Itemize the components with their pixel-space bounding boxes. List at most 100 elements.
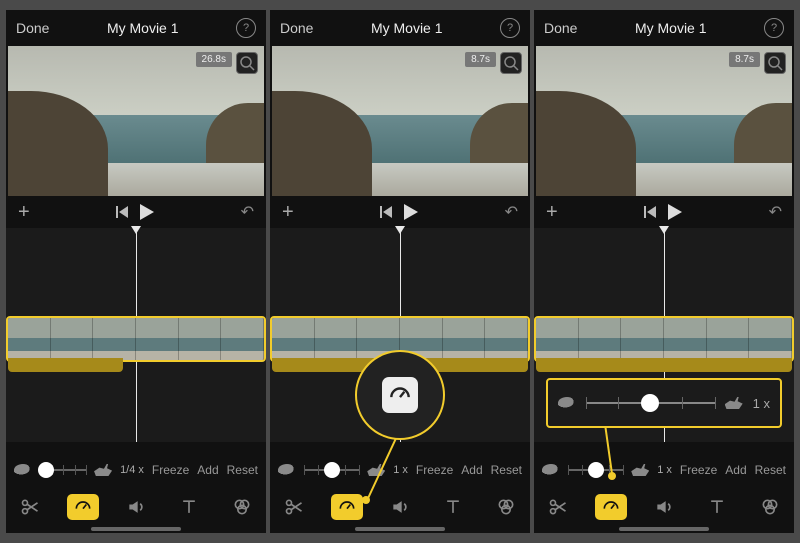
scissors-icon[interactable] — [278, 494, 310, 520]
speed-control-row: 1 x Freeze Add Reset — [278, 457, 522, 483]
speed-slider-callout: 1 x — [546, 378, 782, 428]
turtle-icon — [14, 464, 32, 476]
volume-icon[interactable] — [648, 494, 680, 520]
reset-button[interactable]: Reset — [755, 463, 786, 477]
bottom-controls: 1/4 x Freeze Add Reset — [6, 457, 266, 533]
reset-button[interactable]: Reset — [491, 463, 522, 477]
scissors-icon[interactable] — [542, 494, 574, 520]
text-icon[interactable] — [437, 494, 469, 520]
project-title: My Movie 1 — [313, 20, 500, 36]
text-icon[interactable] — [173, 494, 205, 520]
home-indicator — [619, 527, 709, 531]
duration-badge: 8.7s — [465, 52, 496, 67]
filters-icon[interactable] — [490, 494, 522, 520]
phone-screen-2: Done My Movie 1 ? 8.7s + ↶ — [270, 10, 530, 533]
speed-value: 1 x — [657, 464, 672, 476]
add-button[interactable]: Add — [197, 463, 218, 477]
add-media-button[interactable]: + — [546, 201, 558, 224]
scissors-icon[interactable] — [14, 494, 46, 520]
speed-value: 1/4 x — [120, 464, 144, 476]
turtle-icon — [542, 464, 560, 476]
project-title: My Movie 1 — [577, 20, 764, 36]
zoom-icon[interactable] — [236, 52, 258, 74]
add-button[interactable]: Add — [725, 463, 746, 477]
add-button[interactable]: Add — [461, 463, 482, 477]
duration-badge: 8.7s — [729, 52, 760, 67]
freeze-button[interactable]: Freeze — [416, 463, 453, 477]
speed-slider-knob[interactable] — [324, 462, 340, 478]
freeze-button[interactable]: Freeze — [152, 463, 189, 477]
add-media-button[interactable]: + — [18, 201, 30, 224]
video-clip[interactable] — [534, 316, 794, 362]
filters-icon[interactable] — [754, 494, 786, 520]
zoom-icon[interactable] — [500, 52, 522, 74]
volume-icon[interactable] — [384, 494, 416, 520]
done-button[interactable]: Done — [16, 20, 49, 36]
speed-control-row: 1/4 x Freeze Add Reset — [14, 457, 258, 483]
turtle-icon — [558, 397, 576, 409]
transport-bar: + ↶ — [534, 196, 794, 228]
rabbit-icon — [725, 397, 743, 409]
speed-region[interactable] — [8, 358, 123, 372]
tool-row — [542, 489, 786, 525]
speed-icon[interactable] — [595, 494, 627, 520]
project-title: My Movie 1 — [49, 20, 236, 36]
speed-icon-large — [382, 377, 418, 413]
video-preview[interactable]: 26.8s — [8, 46, 264, 196]
rabbit-icon — [631, 464, 649, 476]
help-icon[interactable]: ? — [236, 18, 256, 38]
tool-row — [14, 489, 258, 525]
transport-bar: + ↶ — [270, 196, 530, 228]
speed-slider-large[interactable] — [586, 394, 715, 412]
reset-button[interactable]: Reset — [227, 463, 258, 477]
home-indicator — [355, 527, 445, 531]
speed-slider[interactable] — [304, 462, 359, 478]
tool-row — [278, 489, 522, 525]
speed-region[interactable] — [536, 358, 792, 372]
undo-button[interactable]: ↶ — [769, 202, 782, 222]
skip-back-button[interactable] — [116, 206, 128, 218]
play-button[interactable] — [140, 204, 154, 220]
timeline[interactable] — [6, 228, 266, 442]
turtle-icon — [278, 464, 296, 476]
phone-screen-3: Done My Movie 1 ? 8.7s + ↶ — [534, 10, 794, 533]
undo-button[interactable]: ↶ — [241, 202, 254, 222]
skip-back-button[interactable] — [380, 206, 392, 218]
add-media-button[interactable]: + — [282, 201, 294, 224]
speed-icon[interactable] — [67, 494, 99, 520]
video-preview[interactable]: 8.7s — [536, 46, 792, 196]
duration-badge: 26.8s — [196, 52, 232, 67]
skip-back-button[interactable] — [644, 206, 656, 218]
transport-bar: + ↶ — [6, 196, 266, 228]
video-preview[interactable]: 8.7s — [272, 46, 528, 196]
speed-control-row: 1 x Freeze Add Reset — [542, 457, 786, 483]
bottom-controls: 1 x Freeze Add Reset — [270, 457, 530, 533]
speed-slider-knob[interactable] — [641, 394, 659, 412]
header: Done My Movie 1 ? — [6, 10, 266, 46]
speed-slider-knob[interactable] — [38, 462, 54, 478]
done-button[interactable]: Done — [280, 20, 313, 36]
speed-tool-callout — [355, 350, 445, 440]
speed-icon[interactable] — [331, 494, 363, 520]
header: Done My Movie 1 ? — [270, 10, 530, 46]
speed-slider[interactable] — [40, 462, 86, 478]
filters-icon[interactable] — [226, 494, 258, 520]
text-icon[interactable] — [701, 494, 733, 520]
speed-value: 1 x — [753, 396, 770, 411]
freeze-button[interactable]: Freeze — [680, 463, 717, 477]
rabbit-icon — [94, 464, 112, 476]
header: Done My Movie 1 ? — [534, 10, 794, 46]
video-clip[interactable] — [6, 316, 266, 362]
speed-value: 1 x — [393, 464, 408, 476]
help-icon[interactable]: ? — [764, 18, 784, 38]
undo-button[interactable]: ↶ — [505, 202, 518, 222]
done-button[interactable]: Done — [544, 20, 577, 36]
zoom-icon[interactable] — [764, 52, 786, 74]
speed-slider-knob[interactable] — [588, 462, 604, 478]
play-button[interactable] — [404, 204, 418, 220]
help-icon[interactable]: ? — [500, 18, 520, 38]
phone-screen-1: Done My Movie 1 ? 26.8s + ↶ — [6, 10, 266, 533]
bottom-controls: 1 x Freeze Add Reset — [534, 457, 794, 533]
volume-icon[interactable] — [120, 494, 152, 520]
play-button[interactable] — [668, 204, 682, 220]
